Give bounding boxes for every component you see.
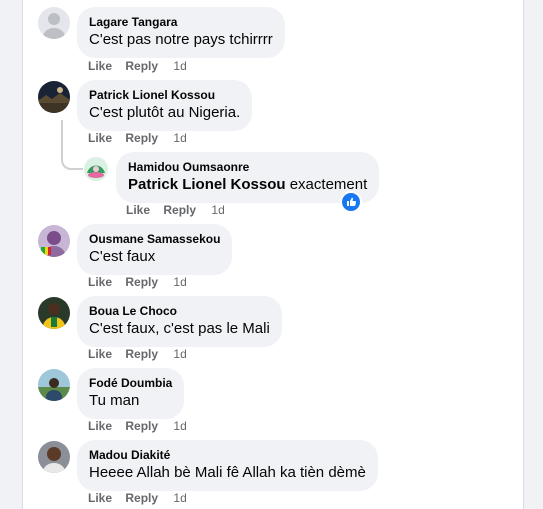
avatar[interactable] [84,157,108,181]
avatar[interactable] [38,441,70,473]
comment-text: Tu man [89,392,140,409]
comment-actions: Like Reply 1d [88,491,187,505]
reply-button[interactable]: Reply [125,275,158,289]
comment-text: C'est pas notre pays tchirrrr [89,31,273,48]
comment-author[interactable]: Lagare Tangara [89,14,273,30]
timestamp[interactable]: 1d [173,347,186,361]
reply-author[interactable]: Hamidou Oumsaonre [128,159,367,175]
timestamp[interactable]: 1d [173,59,186,73]
comment-bubble: Patrick Lionel Kossou C'est plutôt au Ni… [77,80,253,131]
timestamp[interactable]: 1d [173,275,186,289]
comment-author[interactable]: Ousmane Samassekou [89,231,220,247]
comment-actions: Like Reply 1d [88,59,187,73]
comment-actions: Like Reply 1d [88,419,187,433]
comment-actions: Like Reply 1d [88,347,187,361]
timestamp[interactable]: 1d [211,203,224,217]
thumbs-up-icon[interactable] [340,191,362,213]
comment-bubble: Boua Le Choco C'est faux, c'est pas le M… [77,296,282,347]
reply-thread-line [61,120,83,170]
timestamp[interactable]: 1d [173,131,186,145]
comment-actions: Like Reply 1d [88,275,187,289]
like-button[interactable]: Like [88,491,112,505]
reply-button[interactable]: Reply [125,491,158,505]
reply-button[interactable]: Reply [163,203,196,217]
like-button[interactable]: Like [88,59,112,73]
reply-button[interactable]: Reply [125,59,158,73]
comments-panel: Lagare Tangara C'est pas notre pays tchi… [22,0,524,509]
like-button[interactable]: Like [126,203,150,217]
comment-bubble: Lagare Tangara C'est pas notre pays tchi… [77,7,285,58]
like-button[interactable]: Like [88,131,112,145]
comment-bubble: Fodé Doumbia Tu man [77,368,185,419]
comment-author[interactable]: Boua Le Choco [89,303,270,319]
comment-actions: Like Reply 1d [88,131,187,145]
comment-text: C'est faux, c'est pas le Mali [89,320,270,337]
comment-author[interactable]: Madou Diakité [89,447,366,463]
reply-actions: Like Reply 1d [126,203,225,217]
comment-text: C'est faux [89,248,156,265]
comment-text: Heeee Allah bè Mali fê Allah ka tièn dèm… [89,464,366,481]
like-button[interactable]: Like [88,275,112,289]
comment-author[interactable]: Patrick Lionel Kossou [89,87,240,103]
reply-button[interactable]: Reply [125,347,158,361]
reply-button[interactable]: Reply [125,419,158,433]
avatar[interactable] [38,7,70,39]
comment-bubble: Ousmane Samassekou C'est faux [77,224,233,275]
reply-text-body: exactement [285,176,368,193]
reply-button[interactable]: Reply [125,131,158,145]
comment-bubble: Madou Diakité Heeee Allah bè Mali fê All… [77,440,378,491]
timestamp[interactable]: 1d [173,491,186,505]
mention-link[interactable]: Patrick Lionel Kossou [128,176,286,193]
comment-author[interactable]: Fodé Doumbia [89,375,172,391]
avatar[interactable] [38,81,70,113]
comment-text: C'est plutôt au Nigeria. [89,104,241,121]
like-button[interactable]: Like [88,347,112,361]
avatar[interactable] [38,297,70,329]
timestamp[interactable]: 1d [173,419,186,433]
reply-bubble: Hamidou Oumsaonre Patrick Lionel Kossou … [116,152,380,203]
reply-text: Patrick Lionel Kossou exactement [128,175,367,195]
like-button[interactable]: Like [88,419,112,433]
avatar[interactable] [38,369,70,401]
avatar[interactable] [38,225,70,257]
